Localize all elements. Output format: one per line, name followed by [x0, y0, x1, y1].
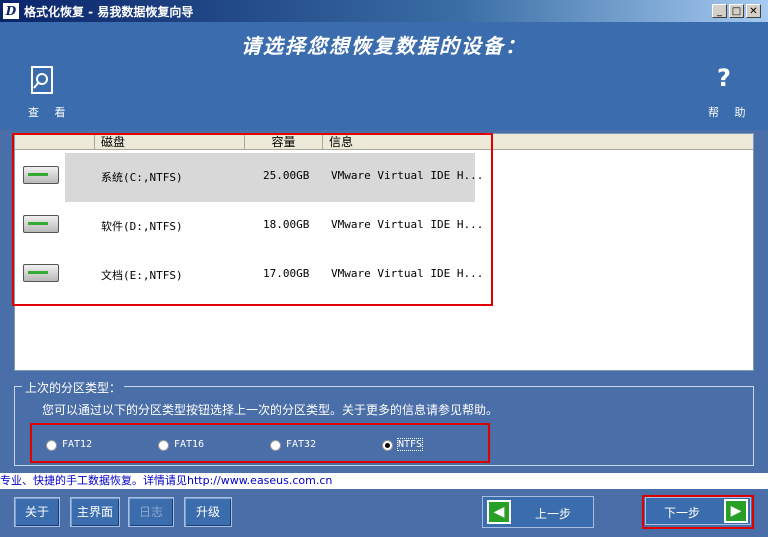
upgrade-button[interactable]: 升级 [184, 497, 232, 527]
page-title: 请选择您想恢复数据的设备： [241, 34, 527, 58]
window-title: 格式化恢复 - 易我数据恢复向导 [24, 5, 194, 19]
next-label: 下一步 [664, 506, 701, 520]
partition-type-label: 上次的分区类型： [22, 379, 125, 396]
partition-highlight-box [30, 423, 490, 463]
arrow-left-icon: ◀ [487, 500, 511, 524]
help-icon: ? [717, 64, 731, 92]
previous-button[interactable]: ◀ 上一步 [482, 496, 594, 528]
info-strip[interactable]: 专业、快捷的手工数据恢复。详情请见http://www.easeus.com.c… [0, 473, 768, 489]
view-label: 查 看 [28, 106, 72, 119]
maximize-button[interactable]: □ [729, 4, 744, 18]
column-header-filler [493, 134, 753, 150]
log-button[interactable]: 日志 [128, 497, 174, 527]
view-icon [31, 66, 53, 94]
app-icon: D [3, 3, 19, 19]
arrow-right-icon: ▶ [724, 499, 748, 523]
help-label: 帮 助 [708, 106, 752, 119]
device-list-highlight-box [12, 133, 493, 306]
minimize-button[interactable]: _ [712, 4, 727, 18]
next-button[interactable]: 下一步 ▶ [645, 497, 751, 525]
partition-type-description: 您可以通过以下的分区类型按钮选择上一次的分区类型。关于更多的信息请参见帮助。 [42, 403, 499, 417]
title-bar: D 格式化恢复 - 易我数据恢复向导 _ □ ✕ [0, 0, 768, 22]
main-menu-button[interactable]: 主界面 [70, 497, 120, 527]
help-button[interactable]: ? 帮 助 [706, 64, 756, 120]
view-button[interactable]: 查 看 [24, 66, 66, 120]
about-button[interactable]: 关于 [14, 497, 60, 527]
close-button[interactable]: ✕ [746, 4, 761, 18]
previous-label: 上一步 [535, 507, 572, 521]
